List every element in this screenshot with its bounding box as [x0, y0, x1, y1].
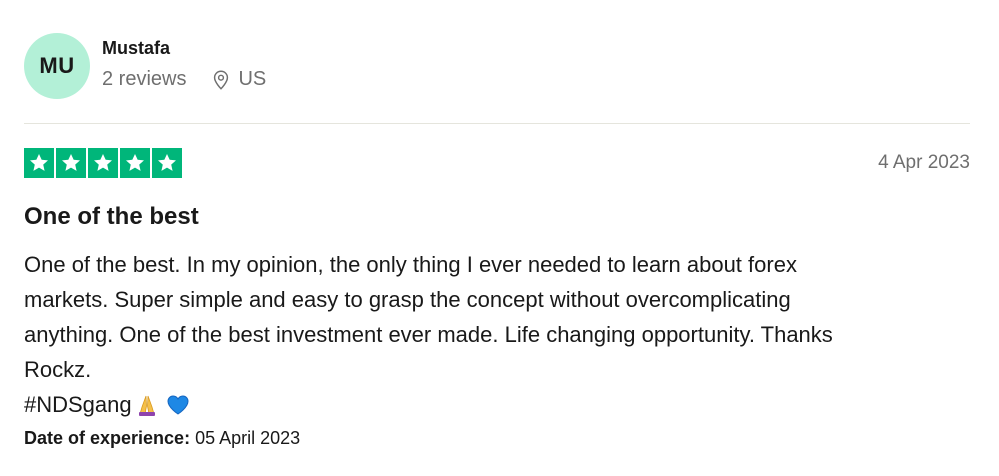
reviewer-name[interactable]: Mustafa	[102, 38, 170, 59]
avatar[interactable]: MU	[24, 33, 90, 99]
date-of-experience: Date of experience: 05 April 2023	[24, 428, 300, 449]
praying-hands-icon	[136, 393, 158, 417]
review-body-line: markets. Super simple and easy to grasp …	[24, 287, 791, 312]
review-body-line: anything. One of the best investment eve…	[24, 322, 833, 347]
review-title[interactable]: One of the best	[24, 203, 199, 231]
hashtag: #NDSgang	[24, 392, 132, 417]
review-card: MU Mustafa 2 reviews US 4 Apr 2023 One o…	[0, 0, 999, 476]
location-pin-icon	[210, 69, 232, 91]
review-body: One of the best. In my opinion, the only…	[24, 247, 954, 422]
star-icon	[56, 148, 86, 178]
review-date: 4 Apr 2023	[878, 152, 970, 173]
star-icon	[24, 148, 54, 178]
star-rating	[24, 148, 182, 178]
star-icon	[152, 148, 182, 178]
star-icon	[120, 148, 150, 178]
reviews-count: 2 reviews	[102, 68, 187, 90]
experience-date: 05 April 2023	[195, 428, 301, 448]
blue-heart-icon	[166, 394, 190, 416]
star-icon	[88, 148, 118, 178]
hashtag-line: #NDSgang	[24, 387, 954, 422]
experience-label: Date of experience:	[24, 428, 191, 448]
reviewer-meta: 2 reviews US	[102, 68, 266, 91]
avatar-initials: MU	[39, 53, 75, 78]
review-body-line: One of the best. In my opinion, the only…	[24, 252, 797, 277]
review-body-line: Rockz.	[24, 357, 92, 382]
divider	[24, 123, 970, 124]
reviewer-country: US	[238, 68, 267, 90]
